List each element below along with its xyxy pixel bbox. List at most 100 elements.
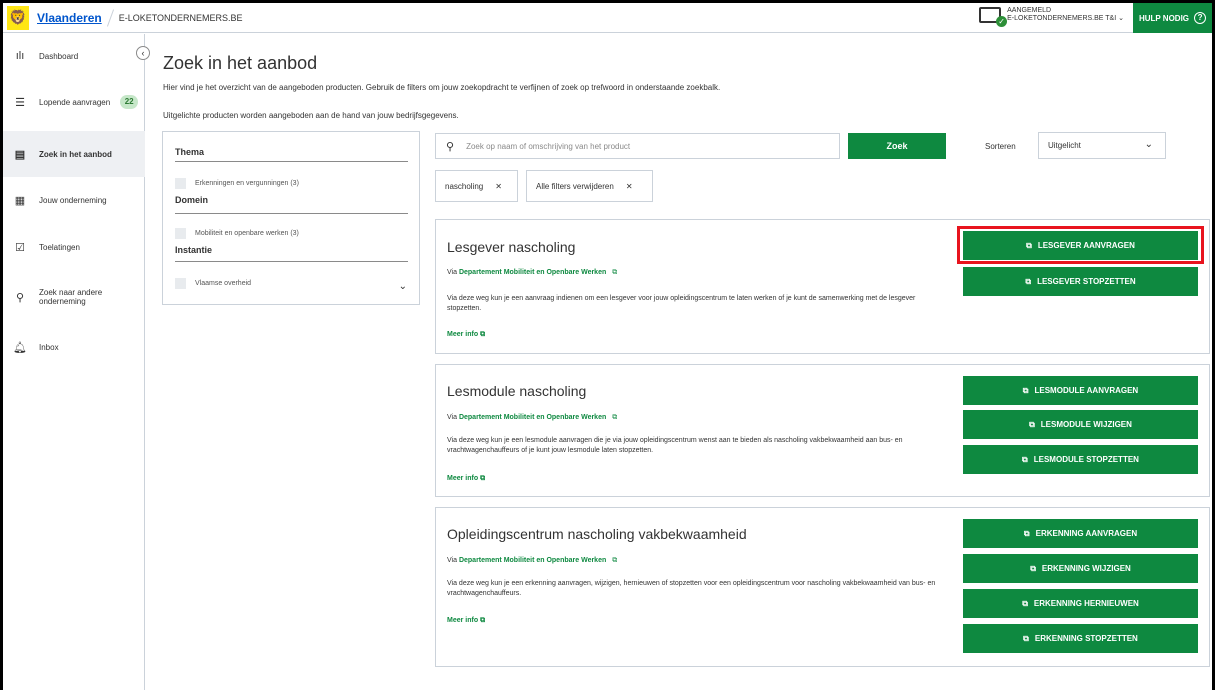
- vlaanderen-lion-logo[interactable]: 🦁: [7, 5, 29, 30]
- document-icon: ▤: [14, 148, 26, 161]
- chevron-down-icon[interactable]: ⌄: [399, 281, 407, 292]
- bar-chart-icon: ılı: [15, 50, 25, 62]
- product-description: Via deze weg kun je een erkenning aanvra…: [447, 580, 936, 597]
- erkenning-wijzigen-button[interactable]: ⧉ ERKENNING WIJZIGEN: [963, 554, 1198, 583]
- external-link-icon: ⧉: [612, 269, 618, 276]
- product-title: Lesgever nascholing: [447, 239, 576, 255]
- external-link-icon: ⧉: [1022, 454, 1028, 464]
- external-link-icon: ⧉: [480, 617, 486, 624]
- erkenning-hernieuwen-button[interactable]: ⧉ ERKENNING HERNIEUWEN: [963, 589, 1198, 618]
- product-title: Lesmodule nascholing: [447, 383, 587, 399]
- sidebar: ‹ ılı Dashboard ☰ Lopende aanvragen 22 ▤…: [3, 34, 150, 690]
- filter-option-erkenningen[interactable]: Erkenningen en vergunningen (3): [175, 178, 299, 189]
- count-badge: 22: [120, 95, 139, 109]
- user-name: E-LOKETONDERNEMERS.BE T&I ⌄: [1007, 15, 1124, 22]
- external-link-icon: ⧉: [1023, 633, 1029, 643]
- site-name[interactable]: E-LOKETONDERNEMERS.BE: [119, 13, 243, 23]
- user-status: AANGEMELD: [1007, 7, 1052, 14]
- external-link-icon: ⧉: [480, 331, 486, 338]
- sort-select[interactable]: Uitgelicht ⌄: [1038, 132, 1166, 159]
- search-bar: ⚲: [435, 133, 840, 159]
- erkenning-stopzetten-button[interactable]: ⧉ ERKENNING STOPZETTEN: [963, 624, 1198, 653]
- search-input[interactable]: [466, 141, 827, 151]
- divider: [175, 261, 408, 262]
- lesmodule-stopzetten-button[interactable]: ⧉ LESMODULE STOPZETTEN: [963, 445, 1198, 474]
- external-link-icon: ⧉: [1023, 528, 1030, 538]
- breadcrumb-divider: [106, 8, 114, 27]
- divider: [175, 161, 408, 162]
- provider-line: Via Departement Mobiliteit en Openbare W…: [447, 557, 618, 564]
- more-info-link[interactable]: Meer info ⧉: [447, 331, 485, 339]
- close-icon[interactable]: ✕: [495, 182, 502, 191]
- search-button[interactable]: Zoek: [848, 133, 946, 159]
- external-link-icon: ⧉: [1029, 419, 1035, 429]
- sidebar-item-dashboard[interactable]: ılı Dashboard: [3, 44, 145, 68]
- bell-icon: 🔔︎: [13, 341, 27, 354]
- checkbox[interactable]: [175, 278, 186, 289]
- provider-link[interactable]: Departement Mobiliteit en Openbare Werke…: [459, 269, 606, 276]
- page-intro-featured: Uitgelichte producten worden aangeboden …: [163, 111, 459, 120]
- sidebar-item-label: Toelatingen: [39, 242, 80, 252]
- product-description: Via deze weg kun je een lesmodule aanvra…: [447, 437, 903, 454]
- lesmodule-wijzigen-button[interactable]: ⧉ LESMODULE WIJZIGEN: [963, 410, 1198, 439]
- help-label: HULP NODIG: [1138, 13, 1190, 23]
- external-link-icon: ⧉: [1022, 385, 1029, 395]
- user-menu[interactable]: AANGEMELD E-LOKETONDERNEMERS.BE T&I ⌄: [979, 7, 1124, 27]
- filter-heading-domein: Domein: [175, 195, 209, 205]
- sort-label: Sorteren: [985, 142, 1016, 151]
- user-check-icon: [979, 7, 1008, 27]
- external-link-icon: ⧉: [1025, 276, 1032, 286]
- sidebar-item-label: Lopende aanvragen: [39, 97, 111, 107]
- building-icon: ▦: [14, 194, 26, 207]
- more-info-link[interactable]: Meer info ⧉: [447, 475, 485, 483]
- sidebar-item-toelatingen[interactable]: ☑ Toelatingen: [3, 236, 145, 258]
- chevron-down-icon: ⌄: [1144, 139, 1153, 150]
- provider-link[interactable]: Departement Mobiliteit en Openbare Werke…: [459, 557, 606, 564]
- chevron-down-icon: ⌄: [1118, 15, 1124, 22]
- external-link-icon: ⧉: [612, 557, 618, 564]
- clear-filters-chip[interactable]: Alle filters verwijderen ✕: [526, 170, 653, 202]
- filter-panel: Thema Erkenningen en vergunningen (3) Do…: [162, 131, 420, 305]
- product-card-lesmodule: Lesmodule nascholing Via Departement Mob…: [435, 364, 1210, 497]
- brand-link[interactable]: Vlaanderen: [37, 11, 102, 25]
- product-title: Opleidingscentrum nascholing vakbekwaamh…: [447, 526, 747, 542]
- external-link-icon: ⧉: [612, 414, 618, 421]
- sidebar-item-inbox[interactable]: 🔔︎ Inbox: [3, 336, 145, 358]
- close-icon[interactable]: ✕: [626, 182, 633, 191]
- sidebar-item-label: Zoek naar andere onderneming: [39, 288, 103, 306]
- top-bar: 🦁 Vlaanderen E-LOKETONDERNEMERS.BE AANGE…: [3, 3, 1212, 33]
- divider: [175, 213, 408, 214]
- erkenning-aanvragen-button[interactable]: ⧉ ERKENNING AANVRAGEN: [963, 519, 1198, 548]
- sidebar-item-jouw-onderneming[interactable]: ▦ Jouw onderneming: [3, 189, 145, 211]
- sidebar-item-zoek-andere-onderneming[interactable]: ⚲ Zoek naar andere onderneming: [3, 285, 145, 309]
- page-title: Zoek in het aanbod: [163, 53, 318, 73]
- list-icon: ☰: [15, 96, 25, 109]
- sidebar-item-label: Dashboard: [39, 51, 79, 61]
- sidebar-item-label: Inbox: [39, 342, 59, 352]
- page-intro: Hier vind je het overzicht van de aangeb…: [163, 83, 721, 92]
- question-icon: ?: [1194, 12, 1207, 24]
- filter-option-mobiliteit[interactable]: Mobiliteit en openbare werken (3): [175, 228, 299, 239]
- provider-link[interactable]: Departement Mobiliteit en Openbare Werke…: [459, 414, 606, 421]
- user-info: AANGEMELD E-LOKETONDERNEMERS.BE T&I ⌄: [1007, 7, 1124, 23]
- sort-value: Uitgelicht: [1048, 141, 1081, 150]
- filter-heading-instantie: Instantie: [175, 245, 213, 255]
- checkbox[interactable]: [175, 228, 186, 239]
- sidebar-item-zoek-in-het-aanbod[interactable]: ▤ Zoek in het aanbod: [3, 131, 145, 177]
- filter-option-vlaamse-overheid[interactable]: Vlaamse overheid: [175, 278, 251, 289]
- checkbox[interactable]: [175, 178, 186, 189]
- sidebar-item-lopende-aanvragen[interactable]: ☰ Lopende aanvragen 22: [3, 90, 145, 114]
- help-button[interactable]: HULP NODIG ?: [1133, 3, 1212, 33]
- provider-line: Via Departement Mobiliteit en Openbare W…: [447, 269, 618, 276]
- search-icon: ⚲: [446, 140, 455, 153]
- filter-chip-nascholing[interactable]: nascholing ✕: [435, 170, 518, 202]
- external-link-icon: ⧉: [480, 475, 486, 482]
- search-icon: ⚲: [15, 291, 25, 304]
- lesgever-stopzetten-button[interactable]: ⧉ LESGEVER STOPZETTEN: [963, 267, 1198, 296]
- more-info-link[interactable]: Meer info ⧉: [447, 617, 485, 625]
- lesmodule-aanvragen-button[interactable]: ⧉ LESMODULE AANVRAGEN: [963, 376, 1198, 405]
- external-link-icon: ⧉: [1022, 598, 1028, 608]
- external-link-icon: ⧉: [1030, 563, 1036, 573]
- highlight-box: [957, 226, 1204, 264]
- sidebar-item-label: Jouw onderneming: [39, 195, 107, 205]
